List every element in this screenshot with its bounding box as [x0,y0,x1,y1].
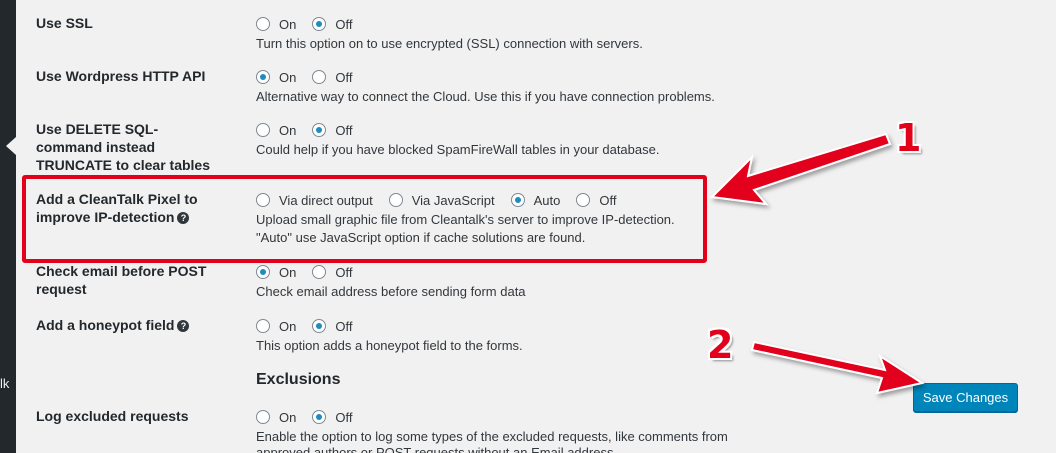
annotation-marker-1: 1 [895,116,922,160]
arrow-2-icon [750,340,925,395]
annotation-marker-2: 2 [707,323,734,367]
settings-page: lk Use SSL On Off Turn this option on to… [0,0,1056,453]
annotation-arrows [709,132,925,395]
arrow-1-icon [709,132,892,206]
